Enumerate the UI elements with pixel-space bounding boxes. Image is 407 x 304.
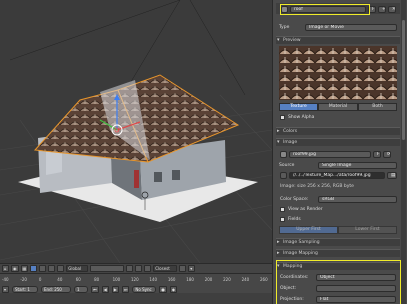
snap-target-select[interactable]: Closest — [153, 265, 178, 272]
timeline-ruler[interactable]: -40 -20 0 40 60 80 100 120 140 160 180 200 220 240 260 — [0, 275, 272, 284]
unlink-button[interactable]: ✕ — [388, 6, 396, 13]
jump-start-icon[interactable]: ⏮ — [91, 285, 99, 293]
type-select[interactable]: Image or Movie — [305, 24, 397, 31]
play-reverse-icon[interactable]: ◀ — [101, 285, 109, 293]
image-fake-user-button[interactable]: F — [373, 151, 381, 158]
shading-icon[interactable]: ◉ — [11, 265, 19, 272]
new-texture-button[interactable]: + — [378, 6, 386, 13]
color-space-label: Color Space: — [280, 197, 309, 202]
image-info-text: Image: size 256 x 256, RGB byte — [280, 184, 354, 189]
tab-material[interactable]: Material — [318, 103, 358, 111]
translate-icon[interactable] — [39, 265, 47, 272]
image-pack-icon[interactable] — [280, 172, 287, 179]
image-name-field[interactable]: roof99.jpg — [289, 151, 371, 158]
keyframe-icon[interactable]: ◆ — [169, 285, 177, 293]
ruler-number: 200 — [204, 277, 213, 282]
view-menu-icon[interactable]: ⌂ — [2, 265, 9, 272]
extra-icon[interactable]: ▾ — [188, 265, 196, 272]
tab-texture[interactable]: Texture — [279, 103, 318, 111]
fields-label: Fields — [288, 217, 301, 222]
tab-both[interactable]: Both — [358, 103, 397, 111]
filepath-field[interactable]: //../../Texture_Map.../ata/roof99.jpg — [289, 172, 385, 179]
source-select[interactable]: Single Image — [318, 162, 397, 169]
viewport-header: ⌂ ◉ ▦ Global Closest ▾ — [0, 263, 272, 273]
layer-buttons[interactable] — [90, 265, 125, 272]
ruler-number: 120 — [131, 277, 139, 282]
record-icon[interactable]: ● — [159, 285, 167, 293]
view-as-render-checkbox[interactable] — [280, 207, 285, 212]
ruler-number: 180 — [186, 277, 194, 282]
scale-icon[interactable] — [57, 265, 65, 272]
viewport-canvas[interactable] — [0, 0, 272, 263]
show-alpha-label: Show Alpha — [288, 115, 315, 120]
ruler-number: 40 — [57, 277, 63, 282]
magnet-icon[interactable] — [135, 265, 143, 272]
upper-first-button[interactable]: Upper First — [279, 226, 338, 234]
source-label: Source — [279, 163, 295, 168]
lower-first-button[interactable]: Lower First — [338, 226, 397, 234]
layers-icon[interactable]: ▦ — [20, 265, 29, 272]
properties-scrollbar[interactable] — [401, 0, 406, 304]
colors-panel-header[interactable]: Colors — [276, 127, 400, 135]
status-bar — [0, 293, 272, 304]
sync-select[interactable]: No Sync — [132, 285, 157, 293]
ruler-number: 140 — [149, 277, 158, 282]
current-frame-field[interactable]: 1 — [74, 285, 88, 293]
jump-end-icon[interactable]: ⏭ — [121, 285, 130, 293]
color-space-select[interactable]: sRGB — [318, 196, 397, 203]
play-icon[interactable]: ▶ — [111, 285, 119, 293]
ruler-number: 80 — [94, 277, 100, 282]
ruler-number: 100 — [112, 277, 121, 282]
image-browse-icon[interactable] — [280, 151, 287, 158]
timeline[interactable]: -40 -20 0 40 60 80 100 120 140 160 180 200 220 240 260… — [0, 273, 272, 294]
end-frame-field[interactable]: End: 250 — [41, 285, 71, 293]
texture-name-highlight — [280, 4, 370, 15]
manipulator-icon[interactable] — [30, 265, 38, 272]
door — [134, 170, 139, 188]
preview-panel-header[interactable]: Preview — [276, 36, 400, 44]
3d-viewport[interactable] — [0, 0, 272, 263]
image-sampling-panel-header[interactable]: Image Sampling — [276, 238, 400, 246]
render-icon[interactable] — [179, 265, 187, 272]
view-as-render-label: View as Render — [288, 207, 323, 212]
image-panel-header[interactable]: Image — [276, 138, 400, 146]
orientation-select[interactable]: Global — [66, 265, 89, 272]
ruler-number: 0 — [38, 277, 42, 282]
ruler-number: 160 — [167, 277, 176, 282]
timeline-menu-icon[interactable]: ▾ — [2, 285, 9, 293]
file-browse-icon[interactable]: ▤ — [387, 172, 397, 179]
rotate-icon[interactable] — [48, 265, 56, 272]
image-reload-button[interactable]: ⟳ — [383, 151, 391, 158]
show-alpha-checkbox[interactable] — [280, 115, 285, 120]
image-mapping-panel-header[interactable]: Image Mapping — [276, 249, 400, 257]
mapping-highlight — [276, 260, 401, 304]
snap-element-icon[interactable] — [144, 265, 152, 272]
lock-icon[interactable] — [126, 265, 134, 272]
start-frame-field[interactable]: Start: 1 — [12, 285, 38, 293]
ruler-number: 220 — [223, 277, 231, 282]
ruler-number: 240 — [241, 277, 250, 282]
ruler-number: -40 — [2, 277, 9, 282]
properties-panel: roof F + ✕ Type Image or Movie Preview T… — [272, 0, 407, 304]
texture-preview — [279, 46, 397, 100]
fields-checkbox[interactable] — [280, 217, 285, 222]
type-label: Type — [279, 25, 290, 30]
ruler-number: 260 — [260, 277, 268, 282]
ruler-number: -20 — [20, 277, 27, 282]
ruler-number: 60 — [75, 277, 81, 282]
